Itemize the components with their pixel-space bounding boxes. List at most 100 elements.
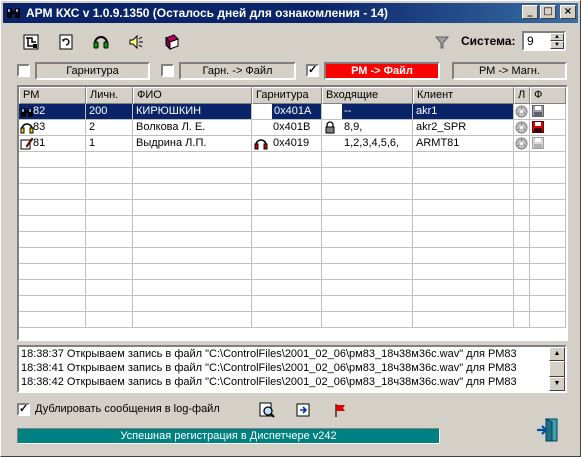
empty-cell [413,296,514,312]
col-l[interactable]: Л [514,87,530,104]
empty-cell [530,184,566,200]
empty-row [19,200,566,216]
empty-cell [19,216,86,232]
empty-cell [514,280,530,296]
mode-garn-to-file[interactable]: Гарн. -> Файл [179,62,296,80]
empty-cell [133,264,252,280]
book-icon[interactable] [161,31,183,53]
mode-garnitura[interactable]: Гарнитура [35,62,150,80]
headset-icon[interactable] [90,31,112,53]
grid-body: 82 200 КИРЮШКИН 0x401A -- akr1 83 2 Волк… [19,104,566,339]
workstation-grid[interactable]: РМ Личн. ФИО Гарнитура Входящие Клиент Л… [17,85,568,341]
cell-f[interactable] [530,120,566,136]
empty-cell [514,232,530,248]
mode-rm-to-magn[interactable]: РМ -> Магн. [452,62,567,80]
empty-cell [530,248,566,264]
empty-cell [86,168,133,184]
scroll-down-button[interactable]: ▼ [549,377,565,391]
system-label: Система: [461,34,516,48]
cell-rm: 83 [19,120,86,136]
spinner-down-button[interactable]: ▼ [550,41,564,49]
empty-cell [133,312,252,328]
empty-cell [530,232,566,248]
col-client[interactable]: Клиент [413,87,514,104]
col-lichn[interactable]: Личн. [86,87,133,104]
empty-cell [19,264,86,280]
col-rm[interactable]: РМ [19,87,86,104]
cell-fio: Волкова Л. Е. [133,120,252,136]
duplicate-log-checkbox[interactable]: ✓ [17,403,30,416]
log-scrollbar[interactable]: ▲ ▼ [549,347,565,391]
empty-row [19,168,566,184]
garnitura-id: 0x401A [272,104,321,119]
spinner-up-button[interactable]: ▲ [550,33,564,41]
minimize-button[interactable]: _ [522,5,538,19]
empty-cell [86,312,133,328]
empty-cell [514,200,530,216]
empty-cell [514,296,530,312]
pen-icon [20,137,34,151]
network-icon[interactable] [20,31,42,53]
flag-icon[interactable] [329,399,351,421]
empty-cell [86,216,133,232]
empty-cell [413,152,514,168]
empty-cell [86,200,133,216]
log-box[interactable]: 18:38:37 Открываем запись в файл "C:\Con… [17,345,567,393]
empty-cell [322,200,413,216]
empty-cell [86,232,133,248]
scroll-thumb[interactable] [549,361,565,377]
cell-rm: 81 [19,136,86,152]
lock-icon [325,121,335,135]
speaker-icon[interactable] [125,31,147,53]
empty-cell [514,248,530,264]
empty-cell [133,296,252,312]
empty-cell [530,280,566,296]
cell-f[interactable] [530,104,566,120]
empty-cell [413,264,514,280]
maximize-button[interactable]: □ [540,5,556,19]
headset-icon [20,121,34,135]
import-icon[interactable] [292,399,314,421]
system-spinner[interactable]: 9 ▲ ▼ [522,31,566,51]
empty-cell [252,312,322,328]
cell-l[interactable] [514,120,530,136]
close-button[interactable]: × [560,5,576,19]
garnitura-checkbox[interactable] [17,64,30,77]
empty-row [19,184,566,200]
empty-cell [252,200,322,216]
col-f[interactable]: Ф [530,87,566,104]
system-value[interactable]: 9 [527,34,534,48]
cell-l[interactable] [514,136,530,152]
empty-cell [322,264,413,280]
garn-file-checkbox[interactable] [161,64,174,77]
empty-cell [252,248,322,264]
empty-row [19,152,566,168]
empty-cell [133,216,252,232]
empty-cell [413,168,514,184]
col-vhodyashie[interactable]: Входящие [322,87,413,104]
exit-icon[interactable] [533,415,563,445]
table-row[interactable]: 82 200 КИРЮШКИН 0x401A -- akr1 [19,104,566,120]
col-garnitura[interactable]: Гарнитура [252,87,322,104]
empty-cell [19,184,86,200]
cell-lichn: 200 [86,104,133,120]
cell-l[interactable] [514,104,530,120]
rm-file-checkbox[interactable]: ✓ [306,64,319,77]
grid-header: РМ Личн. ФИО Гарнитура Входящие Клиент Л… [19,87,566,104]
title-bar[interactable]: АРМ КХС v 1.0.9.1350 (Осталось дней для … [3,3,578,23]
col-fio[interactable]: ФИО [133,87,252,104]
mode-rm-to-file[interactable]: РМ -> Файл [324,62,440,80]
empty-row [19,264,566,280]
empty-cell [19,232,86,248]
empty-cell [413,280,514,296]
empty-row [19,248,566,264]
table-row[interactable]: 83 2 Волкова Л. Е. 0x401B 8,9, akr2_SPR [19,120,566,136]
cell-f[interactable] [530,136,566,152]
scroll-up-button[interactable]: ▲ [549,347,565,361]
table-row[interactable]: 81 1 Выдрина Л.П. 0x4019 1,2,3,4,5,6, AR… [19,136,566,152]
empty-row [19,232,566,248]
refresh-icon[interactable] [55,31,77,53]
preview-icon[interactable] [256,399,278,421]
filter-icon[interactable] [431,31,453,53]
duplicate-log-label: Дублировать сообщения в log-файл [35,403,220,415]
